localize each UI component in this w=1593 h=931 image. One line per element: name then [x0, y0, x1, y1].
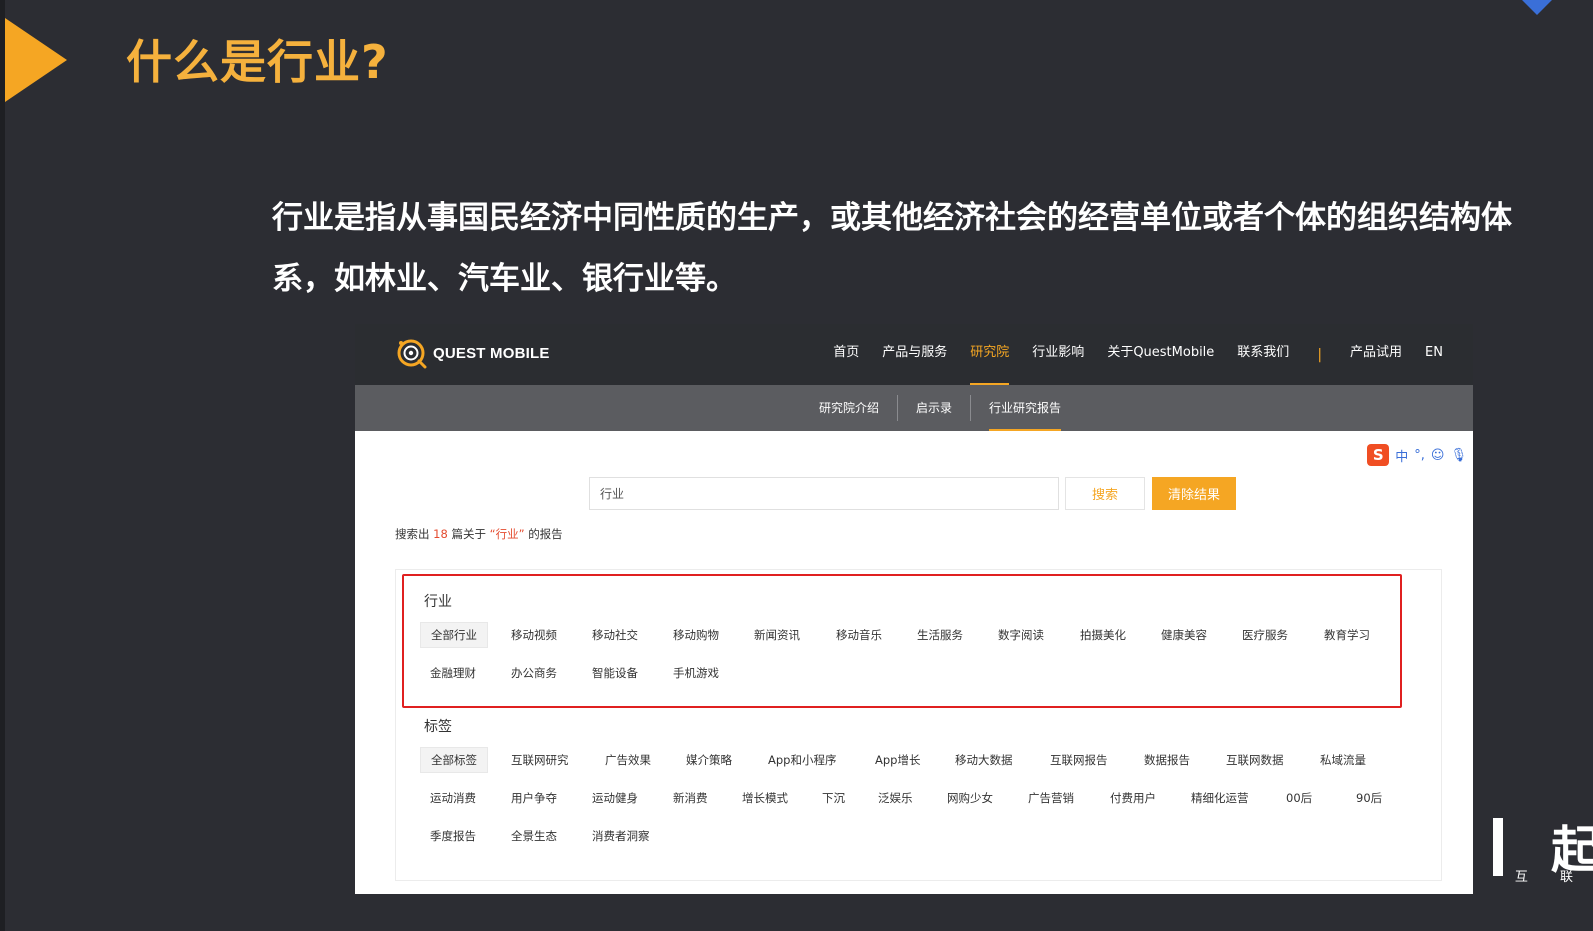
search-input[interactable]	[589, 477, 1059, 510]
industry-chip[interactable]: 教育学习	[1314, 622, 1380, 648]
tag-chip[interactable]: 增长模式	[732, 785, 798, 811]
nav-item-language[interactable]: EN	[1425, 324, 1443, 385]
tag-chip[interactable]: 全景生态	[501, 823, 567, 849]
ime-chinese-mode[interactable]: 中	[1395, 446, 1408, 465]
nav-menu: 首页 产品与服务 研究院 行业影响 关于QuestMobile 联系我们 | 产…	[810, 324, 1443, 385]
search-bar: 搜索 清除结果	[589, 477, 1236, 510]
nav-divider: |	[1317, 346, 1323, 363]
sogou-ime-icon[interactable]: S	[1367, 444, 1390, 466]
industry-chip[interactable]: 金融理财	[420, 660, 486, 686]
tag-chip[interactable]: 用户争夺	[501, 785, 567, 811]
questmobile-logo[interactable]: QUEST MOBILE	[395, 337, 550, 369]
result-keyword: “行业”	[489, 527, 525, 541]
filter-panel: 行业 全部行业 移动视频 移动社交 移动购物 新闻资讯 移动音乐 生活服务 数字阅读 拍摄美化健…	[395, 569, 1442, 881]
tag-chip[interactable]: 互联网报告	[1040, 747, 1118, 773]
tag-chip[interactable]: 广告营销	[1018, 785, 1084, 811]
slide-title: 什么是行业?	[126, 35, 389, 89]
tag-chip[interactable]: 私域流量	[1310, 747, 1376, 773]
tag-chip[interactable]: 互联网研究	[501, 747, 579, 773]
tags-group-title: 标签	[424, 719, 452, 735]
search-button[interactable]: 搜索	[1065, 477, 1145, 510]
nav-item-products[interactable]: 产品与服务	[882, 324, 947, 385]
industry-chip[interactable]: 移动购物	[663, 622, 729, 648]
logo-text: QUEST MOBILE	[433, 344, 550, 362]
nav-item-influence[interactable]: 行业影响	[1032, 324, 1084, 385]
clear-results-button[interactable]: 清除结果	[1152, 477, 1236, 510]
nav-item-contact[interactable]: 联系我们	[1237, 324, 1289, 385]
slide-body-text: 行业是指从事国民经济中同性质的生产，或其他经济社会的经营单位或者个体的组织结构体…	[272, 200, 1512, 297]
tag-chip[interactable]: 网购少女	[937, 785, 1003, 811]
result-mid: 篇关于	[451, 527, 486, 541]
industry-chip[interactable]: 拍摄美化	[1070, 622, 1136, 648]
industry-chip[interactable]: 数字阅读	[988, 622, 1054, 648]
result-summary: 搜索出 18 篇关于 “行业” 的报告	[395, 526, 563, 542]
tag-chip[interactable]: App和小程序	[758, 747, 846, 773]
subnav-item-industry-reports[interactable]: 行业研究报告	[971, 385, 1079, 431]
ime-voice-icon[interactable]: 🎙	[1450, 448, 1467, 463]
tag-chip[interactable]: 泛娱乐	[868, 785, 923, 811]
corner-diamond-icon	[1520, 0, 1554, 15]
tag-chip[interactable]: 媒介策略	[676, 747, 742, 773]
result-suffix: 的报告	[528, 527, 563, 541]
tag-chip[interactable]: 付费用户	[1100, 785, 1166, 811]
tag-chip[interactable]: 新消费	[663, 785, 718, 811]
tag-chip[interactable]: 消费者洞察	[582, 823, 660, 849]
tag-chip[interactable]: 运动健身	[582, 785, 648, 811]
slide-left-edge	[0, 0, 5, 931]
tag-chip[interactable]: 00后	[1276, 785, 1322, 811]
brand-bar	[1493, 818, 1503, 876]
industry-chip[interactable]: 手机游戏	[663, 660, 729, 686]
ime-emoji-icon[interactable]: ☺	[1431, 448, 1445, 463]
tag-chip[interactable]: 移动大数据	[945, 747, 1023, 773]
nav-item-about[interactable]: 关于QuestMobile	[1107, 324, 1214, 385]
result-count: 18	[433, 527, 448, 541]
nav-item-trial[interactable]: 产品试用	[1350, 324, 1402, 385]
questmobile-logo-icon	[397, 339, 427, 369]
industry-chip[interactable]: 办公商务	[501, 660, 567, 686]
tag-chip[interactable]: 全部标签	[420, 747, 488, 773]
industry-chip[interactable]: 医疗服务	[1232, 622, 1298, 648]
industry-chip[interactable]: 移动视频	[501, 622, 567, 648]
industry-chip[interactable]: 全部行业	[420, 622, 488, 648]
nav-item-home[interactable]: 首页	[833, 324, 859, 385]
industry-chip[interactable]: 移动社交	[582, 622, 648, 648]
industry-group-title: 行业	[424, 594, 452, 610]
tag-chip[interactable]: 广告效果	[595, 747, 661, 773]
industry-chip[interactable]: 智能设备	[582, 660, 648, 686]
top-navigation: QUEST MOBILE 首页 产品与服务 研究院 行业影响 关于QuestMo…	[355, 324, 1473, 385]
tag-chip[interactable]: 精细化运营	[1181, 785, 1259, 811]
industry-chip[interactable]: 新闻资讯	[744, 622, 810, 648]
nav-item-research[interactable]: 研究院	[970, 324, 1010, 385]
ime-punctuation-icon[interactable]: °,	[1414, 448, 1425, 463]
industry-chip[interactable]: 生活服务	[907, 622, 973, 648]
tag-chip[interactable]: 90后	[1346, 785, 1392, 811]
brand-watermark: 起 互 联	[1493, 810, 1593, 890]
subnav-item-insights[interactable]: 启示录	[898, 385, 970, 431]
brand-subtext: 互 联	[1514, 870, 1587, 885]
ime-toolbar[interactable]: S 中 °, ☺ 🎙	[1363, 442, 1471, 468]
tag-chip[interactable]: 季度报告	[420, 823, 486, 849]
tag-chip[interactable]: App增长	[865, 747, 930, 773]
tag-chip[interactable]: 运动消费	[420, 785, 486, 811]
sub-navigation: 研究院介绍 启示录 行业研究报告	[355, 385, 1473, 431]
tag-chip[interactable]: 下沉	[812, 785, 855, 811]
industry-chip[interactable]: 移动音乐	[826, 622, 892, 648]
industry-chip[interactable]: 健康美容	[1151, 622, 1217, 648]
tag-chip[interactable]: 互联网数据	[1216, 747, 1294, 773]
play-arrow-icon	[5, 18, 67, 102]
result-prefix: 搜索出	[395, 527, 430, 541]
subnav-item-intro[interactable]: 研究院介绍	[801, 385, 897, 431]
tag-chip[interactable]: 数据报告	[1134, 747, 1200, 773]
website-screenshot: QUEST MOBILE 首页 产品与服务 研究院 行业影响 关于QuestMo…	[355, 324, 1473, 894]
